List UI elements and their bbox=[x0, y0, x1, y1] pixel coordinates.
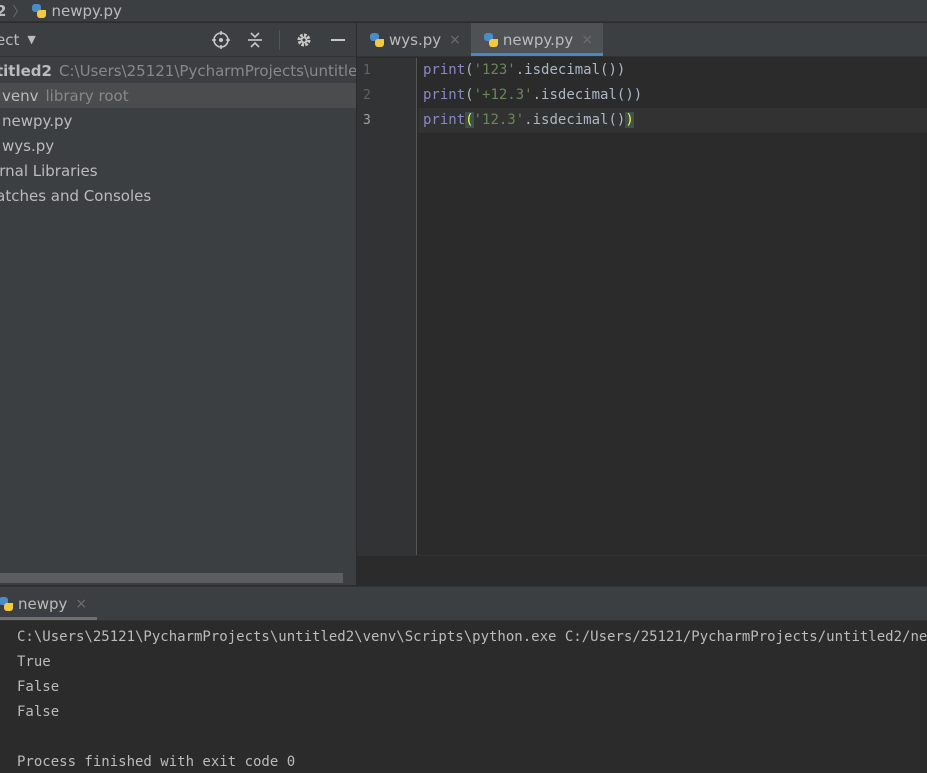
console-line: Process finished with exit code 0 bbox=[17, 754, 296, 770]
project-tool-window: ect ▼ titled2 C:\Users\25121\PycharmProj… bbox=[0, 23, 356, 585]
run-tab-newpy[interactable]: newpy × bbox=[0, 587, 98, 620]
editor-area: wys.py × newpy.py × 1 2 3 print('123'.is… bbox=[357, 23, 927, 585]
tree-item-project-root[interactable]: titled2 C:\Users\25121\PycharmProjects\u… bbox=[0, 58, 356, 83]
open-paren: ( bbox=[465, 87, 474, 103]
code-editor[interactable]: print('123'.isdecimal()) print('+12.3'.i… bbox=[418, 58, 927, 555]
builtin-call: print bbox=[423, 62, 466, 78]
tab-newpy[interactable]: newpy.py × bbox=[470, 23, 604, 56]
open-paren: ( bbox=[465, 62, 474, 78]
editor-breadcrumb-bar bbox=[357, 555, 927, 585]
method-call: .isdecimal() bbox=[532, 87, 634, 103]
line-number-gutter: 1 2 3 bbox=[357, 58, 417, 555]
tree-item-label: venv bbox=[2, 86, 39, 105]
console-line: True bbox=[17, 654, 51, 670]
line-number: 3 bbox=[363, 113, 371, 128]
close-icon[interactable]: × bbox=[449, 32, 461, 48]
tab-label: wys.py bbox=[389, 30, 442, 49]
matched-open-paren: ( bbox=[465, 112, 474, 128]
navigation-breadcrumb: 2 〉 newpy.py bbox=[0, 0, 927, 22]
tree-item-label: titled2 bbox=[0, 61, 52, 80]
builtin-call: print bbox=[423, 87, 466, 103]
method-call: .isdecimal() bbox=[515, 62, 617, 78]
line-number: 1 bbox=[363, 63, 371, 78]
project-toolbar: ect ▼ bbox=[0, 23, 356, 57]
locate-icon[interactable] bbox=[211, 30, 231, 50]
dropdown-caret-icon[interactable]: ▼ bbox=[27, 33, 35, 46]
gear-icon[interactable] bbox=[294, 30, 314, 50]
string-literal: '+12.3' bbox=[473, 87, 533, 103]
tree-item-path: C:\Users\25121\PycharmProjects\untitled bbox=[58, 61, 356, 80]
python-file-icon bbox=[31, 3, 47, 19]
close-paren: ) bbox=[616, 62, 626, 78]
method-call: .isdecimal() bbox=[524, 112, 626, 128]
collapse-all-icon[interactable] bbox=[245, 30, 265, 50]
tree-item-label: ernal Libraries bbox=[0, 161, 98, 180]
tree-item-label: newpy.py bbox=[2, 111, 73, 130]
toolbar-divider bbox=[279, 30, 280, 50]
run-tool-window: newpy × C:\Users\25121\PycharmProjects\u… bbox=[0, 586, 927, 773]
tree-item-label: ratches and Consoles bbox=[0, 186, 152, 205]
tree-item-venv[interactable]: venv library root bbox=[0, 83, 356, 108]
tree-item-scratches[interactable]: ratches and Consoles bbox=[0, 183, 356, 208]
console-line: C:\Users\25121\PycharmProjects\untitled2… bbox=[17, 629, 927, 645]
breadcrumb-project[interactable]: 2 bbox=[0, 2, 6, 20]
breadcrumb-separator-icon: 〉 bbox=[12, 5, 26, 20]
matched-close-paren: ) bbox=[625, 112, 634, 128]
tree-item-hint: library root bbox=[45, 86, 129, 105]
code-line-current[interactable]: print('12.3'.isdecimal()) bbox=[418, 108, 927, 133]
tree-item-newpy[interactable]: newpy.py bbox=[0, 108, 356, 133]
project-tree: titled2 C:\Users\25121\PycharmProjects\u… bbox=[0, 57, 356, 208]
python-file-icon bbox=[483, 32, 499, 48]
console-output[interactable]: C:\Users\25121\PycharmProjects\untitled2… bbox=[0, 621, 927, 773]
close-paren: ) bbox=[633, 87, 643, 103]
console-line: False bbox=[17, 704, 60, 720]
editor-tabs: wys.py × newpy.py × bbox=[357, 23, 927, 57]
close-icon[interactable]: × bbox=[581, 32, 593, 48]
breadcrumb-file[interactable]: newpy.py bbox=[51, 2, 121, 20]
line-number: 2 bbox=[363, 88, 371, 103]
minimize-icon[interactable] bbox=[328, 30, 348, 50]
builtin-call: print bbox=[423, 112, 466, 128]
python-file-icon bbox=[369, 32, 385, 48]
python-run-icon bbox=[0, 596, 14, 612]
console-line: False bbox=[17, 679, 60, 695]
string-literal: '123' bbox=[473, 62, 516, 78]
tab-label: newpy.py bbox=[502, 30, 574, 49]
run-tab-label: newpy bbox=[18, 594, 68, 613]
close-icon[interactable]: × bbox=[75, 596, 87, 612]
project-toolbar-actions bbox=[211, 30, 348, 50]
tab-wys[interactable]: wys.py × bbox=[357, 23, 471, 56]
code-line[interactable]: print('+12.3'.isdecimal()) bbox=[418, 83, 927, 108]
horizontal-scrollbar[interactable] bbox=[0, 573, 343, 583]
tree-item-external-libraries[interactable]: ernal Libraries bbox=[0, 158, 356, 183]
tree-item-wys[interactable]: wys.py bbox=[0, 133, 356, 158]
tree-item-label: wys.py bbox=[2, 136, 55, 155]
code-line[interactable]: print('123'.isdecimal()) bbox=[418, 58, 927, 83]
run-tabs: newpy × bbox=[0, 587, 927, 621]
project-view-selector[interactable]: ect bbox=[0, 31, 19, 49]
string-literal: '12.3' bbox=[473, 112, 525, 128]
